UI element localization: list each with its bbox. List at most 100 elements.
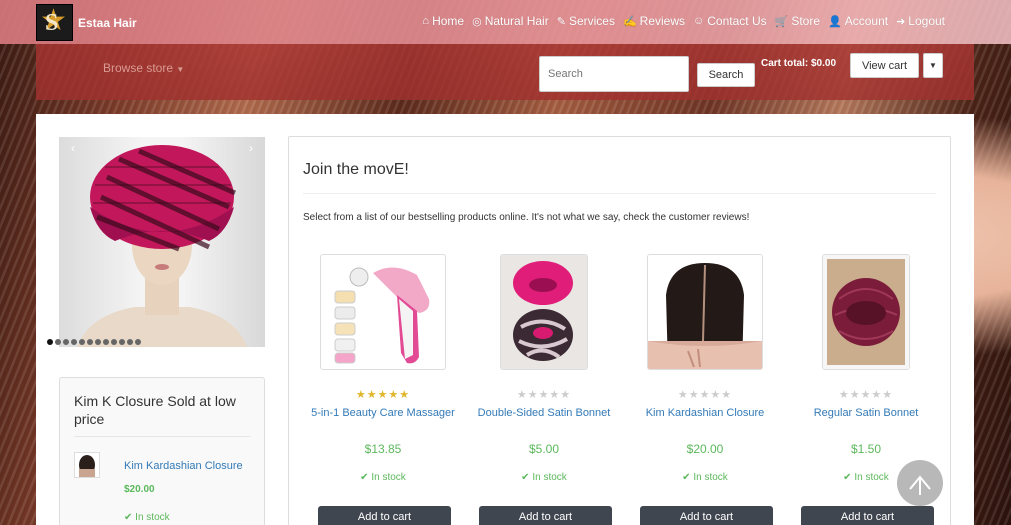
smile-icon: ☺ [693,15,705,27]
product-name-link[interactable]: 5-in-1 Beauty Care Massager [303,407,463,419]
arrow-up-icon [909,475,931,495]
closure-thumb-image [79,455,95,477]
user-circle-icon: ◎ [472,15,482,28]
carousel-dot[interactable] [111,339,117,345]
carousel-next-icon[interactable]: › [249,141,253,155]
featured-thumbnail[interactable] [74,452,100,478]
add-to-cart-button[interactable]: Add to cart [801,506,934,525]
search-button[interactable]: Search [697,63,755,87]
home-icon: ⌂ [422,15,430,27]
product-stock: ✔ In stock [625,472,785,483]
product-price: $5.00 [528,442,560,456]
carousel-dot[interactable] [47,339,53,345]
product-name-link[interactable]: Kim Kardashian Closure [625,407,785,419]
browse-store-label: Browse store [103,61,174,75]
carousel-dot[interactable] [119,339,125,345]
check-icon: ✔ [360,472,369,483]
edit-icon: ✎ [556,15,566,28]
panel-title: Join the movE! [303,161,409,178]
browse-store-dropdown[interactable]: Browse store ▼ [103,61,184,75]
nav-label: Contact Us [707,14,767,28]
product-image[interactable] [500,254,588,370]
caret-down-icon: ▼ [176,65,185,74]
nav-home[interactable]: ⌂ Home [422,14,464,28]
nav-logout[interactable]: ➜ Logout [896,14,945,28]
carousel-indicators [47,339,141,345]
product-image[interactable] [320,254,446,370]
nav-label: Account [844,14,889,28]
divider [303,193,936,194]
store-bar: Browse store ▼ Search Cart total: $0.00 … [36,44,974,100]
add-to-cart-button[interactable]: Add to cart [318,506,451,525]
carousel-dot[interactable] [95,339,101,345]
rating-stars: ★★★★★ [838,389,894,401]
carousel-dot[interactable] [71,339,77,345]
nav-contact-us[interactable]: ☺ Contact Us [693,14,767,28]
product-card: ★★★★★ Kim Kardashian Closure $20.00 ✔ In… [625,254,785,525]
scroll-to-top-button[interactable] [897,460,943,506]
product-stock: ✔ In stock [303,472,463,483]
featured-title: Kim K Closure Sold at low price [74,393,236,427]
product-card: ★★★★★ Regular Satin Bonnet $1.50 ✔ In st… [786,254,946,525]
carousel-dot[interactable] [127,339,133,345]
cart-dropdown-toggle[interactable]: ▼ [923,53,943,78]
nav-natural-hair[interactable]: ◎ Natural Hair [472,14,549,28]
stock-label: In stock [532,472,567,483]
carousel-dot[interactable] [135,339,141,345]
add-to-cart-button[interactable]: Add to cart [479,506,612,525]
brand[interactable]: ★ S Estaa Hair [36,4,137,41]
main-container: ‹ › Kim K Closure Sold at low price Kim … [36,114,974,525]
stock-label: In stock [135,512,170,523]
image-carousel[interactable]: ‹ › [59,137,265,347]
carousel-dot[interactable] [63,339,69,345]
stock-label: In stock [693,472,728,483]
stock-label: In stock [371,472,406,483]
nav-services[interactable]: ✎ Services [557,14,615,28]
products-panel: Join the movE! Select from a list of our… [288,136,951,525]
carousel-dot[interactable] [103,339,109,345]
add-to-cart-button[interactable]: Add to cart [640,506,773,525]
nav-label: Home [432,14,465,28]
panel-intro: Select from a list of our bestselling pr… [303,212,750,223]
product-price: $1.50 [850,442,882,456]
pencil-square-icon: ✍ [622,15,637,28]
brand-name[interactable]: Estaa Hair [78,16,137,30]
product-name-link[interactable]: Double-Sided Satin Bonnet [464,407,624,419]
massager-image [334,267,430,364]
featured-item-price: $20.00 [124,484,155,495]
nav-label: Logout [908,14,945,28]
product-image[interactable] [647,254,763,370]
stock-label: In stock [854,472,889,483]
carousel-dot[interactable] [79,339,85,345]
product-price: $13.85 [364,442,402,456]
nav-reviews[interactable]: ✍ Reviews [623,14,685,28]
carousel-prev-icon[interactable]: ‹ [71,141,75,155]
product-name-link[interactable]: Regular Satin Bonnet [786,407,946,419]
featured-item-stock: ✔ In stock [124,512,170,523]
brand-logo[interactable]: ★ S [36,4,73,41]
carousel-dot[interactable] [87,339,93,345]
nav-label: Services [568,14,615,28]
nav-label: Reviews [639,14,686,28]
carousel-dot[interactable] [55,339,61,345]
rating-stars: ★★★★★ [677,389,733,401]
mannequin-bonnet-image [77,145,247,347]
featured-item-link[interactable]: Kim Kardashian Closure [124,460,243,472]
cart-icon: 🛒 [774,15,789,28]
product-card: ★★★★★ 5-in-1 Beauty Care Massager $13.85… [303,254,463,525]
cart-total: Cart total: $0.00 [761,58,837,69]
rating-stars: ★★★★★ [516,389,572,401]
check-icon: ✔ [682,472,691,483]
divider [74,436,250,437]
closure-image [648,255,762,369]
nav-store[interactable]: 🛒 Store [775,14,820,28]
nav-account[interactable]: 👤 Account [828,14,888,28]
search-input[interactable] [539,56,689,92]
view-cart-button[interactable]: View cart [850,53,919,78]
product-price: $20.00 [686,442,724,456]
product-stock: ✔ In stock [464,472,624,483]
top-navbar: ★ S Estaa Hair ⌂ Home ◎ Natural Hair ✎ Servic… [0,0,1011,44]
check-icon: ✔ [521,472,530,483]
satin-bonnet-pair-image [501,255,587,369]
product-image[interactable] [822,254,910,370]
